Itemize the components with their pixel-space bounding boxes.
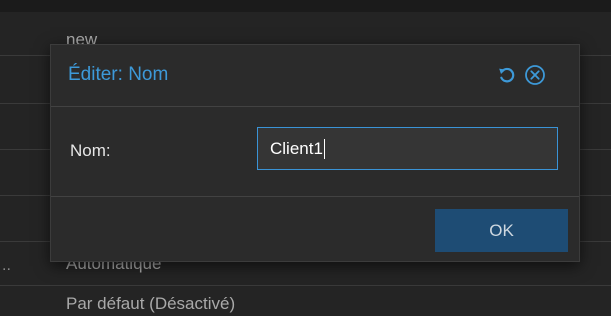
top-bar bbox=[0, 0, 611, 12]
name-input[interactable]: Client1 bbox=[257, 127, 558, 170]
close-icon[interactable] bbox=[523, 63, 547, 87]
dialog-body: Nom: Client1 bbox=[51, 107, 579, 197]
dialog-footer: OK bbox=[51, 197, 579, 261]
row-marker: .. bbox=[2, 257, 11, 274]
ok-button[interactable]: OK bbox=[435, 209, 568, 252]
name-input-value: Client1 bbox=[270, 138, 323, 158]
grid-row-value: Par défaut (Désactivé) bbox=[66, 294, 236, 313]
reset-icon[interactable] bbox=[495, 63, 519, 87]
dialog-title: Éditer: Nom bbox=[68, 64, 169, 85]
edit-dialog: Éditer: Nom Nom: Client1 OK bbox=[50, 44, 580, 262]
grid-row[interactable]: Par défaut (Désactivé) bbox=[0, 286, 611, 316]
dialog-header: Éditer: Nom bbox=[51, 45, 579, 107]
text-caret bbox=[323, 138, 325, 159]
name-field-label: Nom: bbox=[70, 141, 111, 160]
